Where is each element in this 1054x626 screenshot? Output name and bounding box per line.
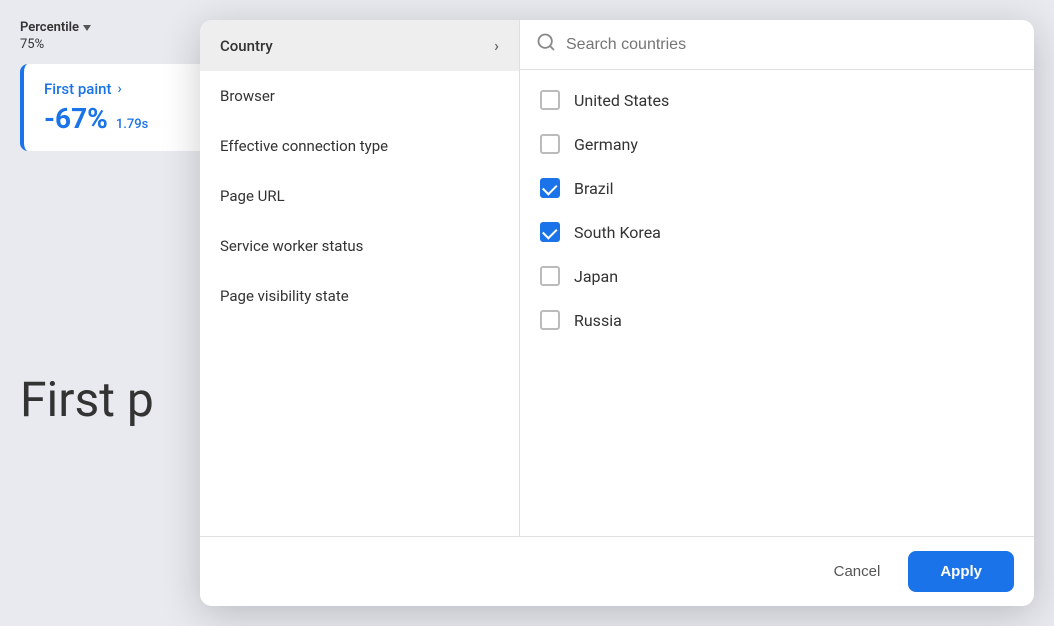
menu-item-serviceworker-label: Service worker status bbox=[220, 237, 363, 255]
country-name-japan: Japan bbox=[574, 267, 618, 286]
cancel-button[interactable]: Cancel bbox=[818, 553, 897, 590]
menu-item-serviceworker[interactable]: Service worker status bbox=[200, 221, 519, 271]
menu-item-browser-label: Browser bbox=[220, 87, 275, 105]
country-item-russia[interactable]: Russia bbox=[520, 298, 1034, 342]
modal-body: Country › Browser Effective connection t… bbox=[200, 20, 1034, 536]
country-name-russia: Russia bbox=[574, 311, 622, 330]
menu-item-connection[interactable]: Effective connection type bbox=[200, 121, 519, 171]
menu-item-country[interactable]: Country › bbox=[200, 20, 519, 71]
countries-list: United States Germany Brazil South Korea… bbox=[520, 70, 1034, 536]
percentile-text: Percentile bbox=[20, 20, 79, 35]
checkbox-brazil[interactable] bbox=[540, 178, 560, 198]
first-paint-arrow-icon: › bbox=[118, 81, 122, 97]
chevron-right-icon: › bbox=[494, 36, 499, 55]
menu-item-visibility[interactable]: Page visibility state bbox=[200, 271, 519, 321]
checkbox-us[interactable] bbox=[540, 90, 560, 110]
percentile-chevron-icon bbox=[83, 25, 91, 31]
menu-item-visibility-label: Page visibility state bbox=[220, 287, 349, 305]
checkbox-southkorea[interactable] bbox=[540, 222, 560, 242]
country-item-japan[interactable]: Japan bbox=[520, 254, 1034, 298]
filter-modal: Country › Browser Effective connection t… bbox=[200, 20, 1034, 606]
country-name-us: United States bbox=[574, 91, 669, 110]
menu-item-pageurl-label: Page URL bbox=[220, 187, 285, 205]
left-menu-panel: Country › Browser Effective connection t… bbox=[200, 20, 520, 536]
first-paint-label: First paint bbox=[44, 80, 112, 98]
search-icon bbox=[536, 32, 556, 57]
first-paint-card: First paint › -67% 1.79s bbox=[20, 64, 230, 151]
right-panel: United States Germany Brazil South Korea… bbox=[520, 20, 1034, 536]
first-paint-sub: 1.79s bbox=[116, 117, 148, 132]
country-item-brazil[interactable]: Brazil bbox=[520, 166, 1034, 210]
menu-item-browser[interactable]: Browser bbox=[200, 71, 519, 121]
first-paint-change: -67% bbox=[44, 102, 108, 135]
country-item-germany[interactable]: Germany bbox=[520, 122, 1034, 166]
country-name-southkorea: South Korea bbox=[574, 223, 661, 242]
country-item-southkorea[interactable]: South Korea bbox=[520, 210, 1034, 254]
menu-item-pageurl[interactable]: Page URL bbox=[200, 171, 519, 221]
country-name-germany: Germany bbox=[574, 135, 638, 154]
first-paint-title: First paint › bbox=[44, 80, 210, 98]
checkbox-russia[interactable] bbox=[540, 310, 560, 330]
search-input[interactable] bbox=[566, 36, 1018, 54]
modal-footer: Cancel Apply bbox=[200, 536, 1034, 606]
apply-button[interactable]: Apply bbox=[908, 551, 1014, 592]
country-name-brazil: Brazil bbox=[574, 179, 614, 198]
search-bar bbox=[520, 20, 1034, 70]
menu-item-connection-label: Effective connection type bbox=[220, 137, 388, 155]
country-item-us[interactable]: United States bbox=[520, 78, 1034, 122]
checkbox-germany[interactable] bbox=[540, 134, 560, 154]
checkbox-japan[interactable] bbox=[540, 266, 560, 286]
menu-item-country-label: Country bbox=[220, 37, 273, 55]
